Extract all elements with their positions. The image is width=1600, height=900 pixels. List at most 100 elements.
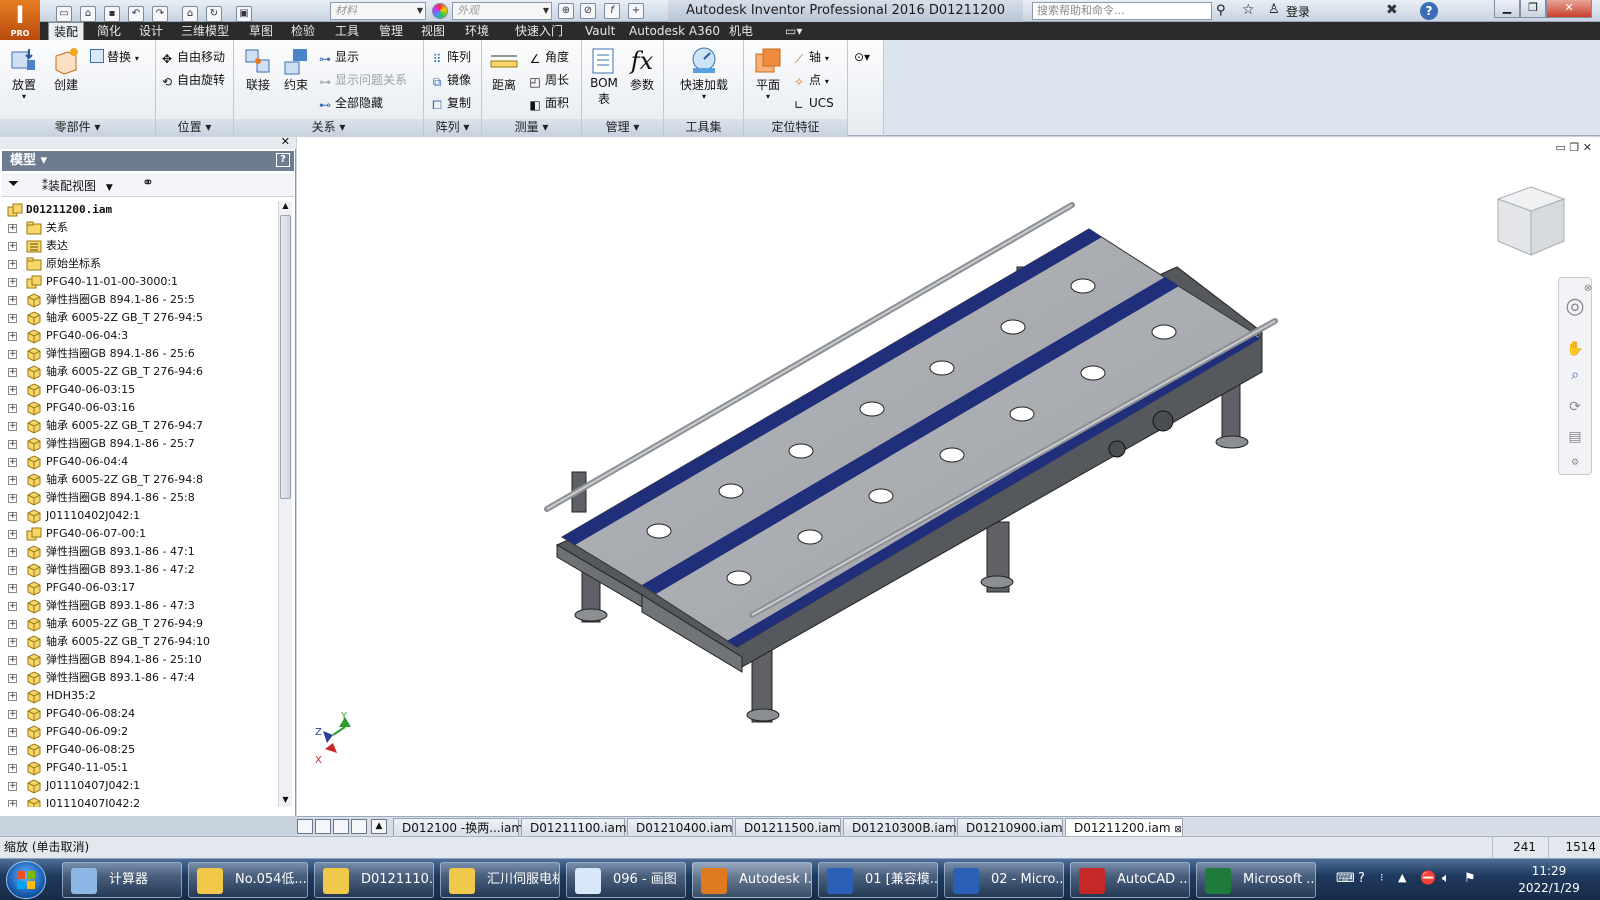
- ucs-button[interactable]: ∟ UCS: [792, 94, 834, 112]
- quick-load-button[interactable]: 快速加载 ▾: [668, 46, 740, 101]
- taskbar-item[interactable]: 计算器: [62, 862, 182, 898]
- taskbar-item[interactable]: No.054低...: [188, 862, 308, 898]
- tree-node[interactable]: + 弹性挡圈GB 893.1-86 - 47:3: [4, 597, 276, 615]
- expand-icon[interactable]: +: [8, 800, 17, 807]
- group-manage-label[interactable]: 管理 ▾: [582, 119, 663, 136]
- look-at-icon[interactable]: ▤: [1566, 428, 1584, 446]
- minimize-button[interactable]: ▁: [1494, 0, 1520, 18]
- tab-view[interactable]: 视图: [416, 22, 450, 40]
- expand-icon[interactable]: +: [8, 422, 17, 431]
- volume-icon[interactable]: 🔈︎: [1442, 871, 1450, 886]
- group-relationships-label[interactable]: 关系 ▾: [234, 119, 423, 136]
- scroll-down-icon[interactable]: ▼: [280, 795, 291, 807]
- document-tab[interactable]: D01211500.iam: [735, 818, 841, 837]
- plane-button[interactable]: 平面 ▾: [748, 46, 788, 101]
- tile-horizontal-icon[interactable]: [333, 819, 349, 834]
- show-hidden-icons[interactable]: ▲: [1398, 871, 1406, 884]
- expand-icon[interactable]: +: [8, 260, 17, 269]
- expand-icon[interactable]: +: [8, 584, 17, 593]
- group-position-label[interactable]: 位置 ▾: [156, 119, 233, 136]
- expand-icon[interactable]: +: [8, 332, 17, 341]
- taskbar-item[interactable]: Microsoft ...: [1196, 862, 1316, 898]
- expand-icon[interactable]: +: [8, 782, 17, 791]
- appearance-combo[interactable]: 外观 ▼: [452, 2, 552, 20]
- distance-button[interactable]: 距离: [484, 46, 524, 93]
- tree-node[interactable]: + PFG40-06-08:25: [4, 741, 276, 759]
- tree-node[interactable]: + 弹性挡圈GB 894.1-86 - 25:8: [4, 489, 276, 507]
- browser-header[interactable]: 模型 ▾ ?: [2, 151, 294, 171]
- area-button[interactable]: ◧ 面积: [528, 94, 569, 112]
- document-tab[interactable]: D012100 -换两...iam: [393, 818, 523, 837]
- view-mode-select[interactable]: ⁑装配视图 ▼: [42, 177, 113, 194]
- tree-node[interactable]: + PFG40-06-03:15: [4, 381, 276, 399]
- tree-node[interactable]: + PFG40-11-01-00-3000:1: [4, 273, 276, 291]
- expand-icon[interactable]: +: [8, 620, 17, 629]
- tree-node[interactable]: + 弹性挡圈GB 894.1-86 - 25:7: [4, 435, 276, 453]
- tab-sketch[interactable]: 草图: [244, 22, 278, 40]
- help-icon[interactable]: ?: [1358, 871, 1365, 886]
- tab-get-started[interactable]: 快速入门: [510, 22, 568, 40]
- graphics-window[interactable]: ▭ ❐ ✕ Y Z X ⊗ ◎ ✋ ⌕ ⟳ ▤ ⚙: [297, 137, 1600, 816]
- ribbon-options-icon[interactable]: ▭▾: [780, 22, 807, 40]
- new-icon[interactable]: ▭: [56, 6, 72, 22]
- constrain-button[interactable]: 约束: [276, 46, 316, 93]
- orbit-icon[interactable]: ⟳: [1566, 398, 1584, 416]
- expand-icon[interactable]: +: [8, 746, 17, 755]
- browser-scrollbar[interactable]: ▲ ▼: [278, 201, 292, 807]
- bom-button[interactable]: BOM 表: [584, 46, 624, 107]
- tab-mechatronics[interactable]: 机电: [724, 22, 758, 40]
- expand-icon[interactable]: +: [8, 764, 17, 773]
- taskbar-item[interactable]: Autodesk I...: [692, 862, 812, 898]
- undo-icon[interactable]: ↶: [128, 6, 144, 22]
- expand-icon[interactable]: +: [8, 278, 17, 287]
- open-icon[interactable]: ⌂: [80, 6, 96, 22]
- tab-list-icon[interactable]: ▲: [371, 819, 387, 834]
- tree-node[interactable]: + 弹性挡圈GB 894.1-86 - 25:5: [4, 291, 276, 309]
- home-icon[interactable]: ⌂: [182, 6, 198, 22]
- tab-simplify[interactable]: 简化: [92, 22, 126, 40]
- pan-icon[interactable]: ✋: [1566, 340, 1584, 358]
- steering-wheel-icon[interactable]: ◎: [1564, 296, 1586, 318]
- keyboard-icon[interactable]: ⌨: [1336, 871, 1355, 886]
- scroll-thumb[interactable]: [280, 215, 291, 499]
- replace-button[interactable]: 替换 ▾: [90, 48, 139, 66]
- customize-button[interactable]: ⊙▾: [854, 48, 870, 66]
- network-icon[interactable]: ⛔: [1420, 871, 1436, 886]
- tile-vertical-icon[interactable]: [351, 819, 367, 834]
- expand-icon[interactable]: +: [8, 440, 17, 449]
- tree-node[interactable]: + 轴承 6005-2Z GB_T 276-94:5: [4, 309, 276, 327]
- expand-icon[interactable]: +: [8, 566, 17, 575]
- tab-assemble[interactable]: 装配: [48, 22, 85, 40]
- document-tab[interactable]: D01210300B.iam: [843, 818, 957, 837]
- view-cube[interactable]: [1492, 183, 1570, 265]
- help-icon[interactable]: ?: [276, 153, 290, 167]
- tree-node[interactable]: + PFG40-06-09:2: [4, 723, 276, 741]
- document-tab[interactable]: D01210900.iam: [957, 818, 1063, 837]
- tree-root[interactable]: D01211200.iam: [4, 201, 276, 219]
- expand-icon[interactable]: +: [8, 530, 17, 539]
- expand-icon[interactable]: +: [8, 602, 17, 611]
- star-icon[interactable]: ☆: [1242, 2, 1255, 18]
- tree-node[interactable]: + 弹性挡圈GB 893.1-86 - 47:1: [4, 543, 276, 561]
- taskbar-item[interactable]: AutoCAD ...: [1070, 862, 1190, 898]
- tree-node[interactable]: + 弹性挡圈GB 893.1-86 - 47:4: [4, 669, 276, 687]
- expand-icon[interactable]: +: [8, 710, 17, 719]
- tree-node[interactable]: + PFG40-06-04:3: [4, 327, 276, 345]
- tree-node[interactable]: + J01110407J042:2: [4, 795, 276, 807]
- material-combo[interactable]: 材料 ▼: [330, 2, 426, 20]
- expand-icon[interactable]: +: [8, 404, 17, 413]
- tree-node[interactable]: + PFG40-06-03:17: [4, 579, 276, 597]
- taskbar-item[interactable]: 02 - Micro...: [944, 862, 1064, 898]
- taskbar-item[interactable]: D0121110...: [314, 862, 434, 898]
- tree-node[interactable]: + PFG40-06-08:24: [4, 705, 276, 723]
- tab-vault[interactable]: Vault: [580, 22, 620, 40]
- copy-button[interactable]: ⧠ 复制: [430, 94, 471, 112]
- inventor-logo[interactable]: I PRO: [0, 0, 40, 40]
- joint-button[interactable]: 联接: [238, 46, 278, 93]
- taskbar-item[interactable]: 汇川伺服电机: [440, 862, 560, 898]
- ime-icon[interactable]: ⁝: [1380, 871, 1384, 884]
- tab-design[interactable]: 设计: [134, 22, 168, 40]
- expand-icon[interactable]: +: [8, 368, 17, 377]
- show-button[interactable]: ⊶ 显示: [318, 48, 359, 66]
- tree-node[interactable]: + 弹性挡圈GB 894.1-86 - 25:10: [4, 651, 276, 669]
